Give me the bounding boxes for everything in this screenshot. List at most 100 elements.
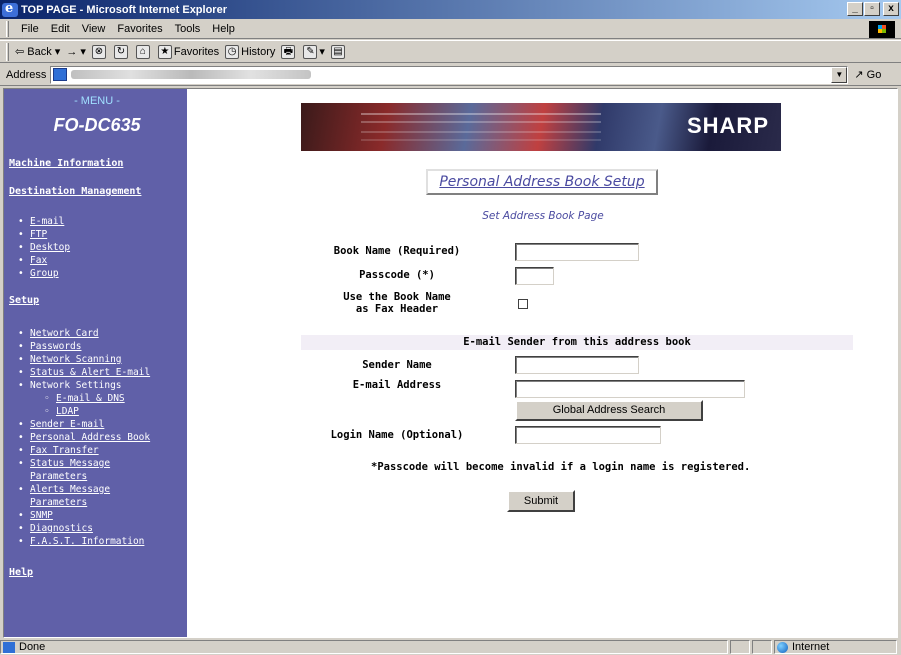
address-bar: Address ▼ ↗ Go xyxy=(0,64,901,86)
sidebar-setup[interactable]: Setup xyxy=(9,295,39,306)
history-label: History xyxy=(241,45,276,58)
stop-button[interactable]: ⊗ xyxy=(91,44,108,59)
history-button[interactable]: ◷ History xyxy=(225,44,276,59)
home-icon: ⌂ xyxy=(135,44,150,59)
sidebar-item-group[interactable]: Group xyxy=(30,268,59,279)
sidebar-menu: - MENU - FO-DC635 Machine Information De… xyxy=(4,89,190,637)
global-address-search-button[interactable]: Global Address Search xyxy=(515,400,703,421)
sidebar-item-snmp[interactable]: SNMP xyxy=(30,510,53,521)
sidebar-item-alerts-message[interactable]: Alerts Message xyxy=(30,484,110,495)
model-name: FO-DC635 xyxy=(53,115,141,135)
browser-content: - MENU - FO-DC635 Machine Information De… xyxy=(3,88,898,638)
login-name-label: Login Name (Optional) xyxy=(330,429,464,441)
status-bar: Done Internet xyxy=(0,639,901,655)
sidebar-item-fast-information[interactable]: F.A.S.T. Information xyxy=(30,536,144,547)
sidebar-item-fax-transfer[interactable]: Fax Transfer xyxy=(30,445,99,456)
page-title: Personal Address Book Setup xyxy=(439,174,645,190)
use-book-name-label-line1: Use the Book Name xyxy=(343,291,451,303)
go-arrow-icon: ↗ xyxy=(854,69,864,81)
sender-name-label: Sender Name xyxy=(362,359,432,371)
go-button[interactable]: ↗ Go xyxy=(854,68,881,81)
sidebar-item-fax[interactable]: Fax xyxy=(30,255,47,266)
page-subtitle: Set Address Book Page xyxy=(482,210,604,222)
email-address-label: E-mail Address xyxy=(352,379,442,391)
globe-icon xyxy=(777,641,788,653)
sidebar-item-network-settings: Network Settings xyxy=(30,380,122,391)
menu-view[interactable]: View xyxy=(76,23,112,35)
sidebar-item-status-message[interactable]: Status Message xyxy=(30,458,110,469)
close-button[interactable]: x xyxy=(883,2,899,16)
sidebar-item-personal-address-book[interactable]: Personal Address Book xyxy=(30,432,150,443)
menu-help[interactable]: Help xyxy=(206,23,241,35)
sidebar-item-sender-email[interactable]: Sender E-mail xyxy=(30,419,104,430)
discuss-button[interactable]: ▤ xyxy=(330,44,347,59)
maximize-button[interactable]: ▫ xyxy=(864,2,880,16)
windows-logo-icon xyxy=(869,21,895,38)
page-icon xyxy=(3,641,15,653)
setup-list: • Network Card • Passwords • Network Scanni… xyxy=(18,328,151,547)
chevron-down-icon[interactable]: ▼ xyxy=(831,66,848,83)
address-input[interactable]: ▼ xyxy=(50,65,849,84)
discuss-icon: ▤ xyxy=(330,44,345,59)
main-panel: SHARP Personal Address Book Setup Set Ad… xyxy=(193,89,897,637)
mail-button[interactable]: 🖶 xyxy=(281,44,297,59)
menu-bar: File Edit View Favorites Tools Help xyxy=(0,19,901,39)
submit-button[interactable]: Submit xyxy=(507,490,575,512)
status-text: Done xyxy=(19,641,46,653)
sidebar-divider xyxy=(187,89,190,637)
email-sender-section-title: E-mail Sender from this address book xyxy=(301,335,853,350)
use-book-name-checkbox[interactable] xyxy=(518,299,528,309)
sidebar-help[interactable]: Help xyxy=(9,567,33,578)
chevron-down-icon[interactable]: ▾ xyxy=(319,45,325,58)
edit-button[interactable]: ✎ ▾ xyxy=(303,44,325,59)
back-arrow-icon: ⇦ xyxy=(15,46,28,58)
refresh-button[interactable]: ↻ xyxy=(113,44,130,59)
login-name-input[interactable] xyxy=(515,426,661,444)
sidebar-item-email-dns[interactable]: E-mail & DNS xyxy=(56,393,125,404)
forward-button[interactable]: → ▾ xyxy=(66,45,86,59)
back-label: Back xyxy=(27,45,52,58)
home-button[interactable]: ⌂ xyxy=(135,44,152,59)
history-icon: ◷ xyxy=(225,44,240,59)
status-zone: Internet xyxy=(792,641,830,653)
sharp-logo: SHARP xyxy=(686,113,769,138)
sidebar-item-desktop[interactable]: Desktop xyxy=(30,242,70,253)
minimize-button[interactable]: _ xyxy=(847,2,863,16)
address-label: Address xyxy=(6,68,47,81)
stop-icon: ⊗ xyxy=(91,44,106,59)
banner-decoration xyxy=(361,113,601,115)
refresh-icon: ↻ xyxy=(113,44,128,59)
sidebar-item-network-scanning[interactable]: Network Scanning xyxy=(30,354,122,365)
email-address-input[interactable] xyxy=(515,380,745,398)
go-label: Go xyxy=(866,69,882,81)
toolbar-grip[interactable] xyxy=(6,42,9,61)
menu-file[interactable]: File xyxy=(15,23,45,35)
toolbar-grip[interactable] xyxy=(6,20,9,37)
sidebar-item-network-card[interactable]: Network Card xyxy=(30,328,99,339)
window-title-bar: TOP PAGE - Microsoft Internet Explorer _… xyxy=(0,0,901,19)
sidebar-item-email[interactable]: E-mail xyxy=(30,216,64,227)
print-icon: 🖶 xyxy=(281,44,296,59)
passcode-note: *Passcode will become invalid if a login… xyxy=(371,461,751,473)
menu-title: - MENU - xyxy=(74,95,120,107)
chevron-down-icon[interactable]: ▾ xyxy=(77,45,86,58)
menu-edit[interactable]: Edit xyxy=(45,23,76,35)
menu-favorites[interactable]: Favorites xyxy=(111,23,168,35)
chevron-down-icon[interactable]: ▾ xyxy=(52,45,61,58)
window-title: TOP PAGE - Microsoft Internet Explorer xyxy=(21,3,227,16)
sidebar-item-status-message-parameters[interactable]: Parameters xyxy=(30,471,87,482)
passcode-input[interactable] xyxy=(515,267,554,285)
sidebar-item-passwords[interactable]: Passwords xyxy=(30,341,81,352)
favorites-button[interactable]: ★ Favorites xyxy=(157,44,219,59)
menu-tools[interactable]: Tools xyxy=(169,23,207,35)
sidebar-item-diagnostics[interactable]: Diagnostics xyxy=(30,523,93,534)
sidebar-item-status-alert-email[interactable]: Status & Alert E-mail xyxy=(30,367,150,378)
sidebar-destination-management[interactable]: Destination Management xyxy=(9,186,141,197)
book-name-input[interactable] xyxy=(515,243,639,261)
sidebar-item-alerts-message-parameters[interactable]: Parameters xyxy=(30,497,87,508)
sender-name-input[interactable] xyxy=(515,356,639,374)
back-button[interactable]: ⇦ Back ▾ xyxy=(15,45,61,59)
sidebar-item-ldap[interactable]: LDAP xyxy=(56,406,79,417)
sidebar-machine-information[interactable]: Machine Information xyxy=(9,158,123,169)
sidebar-item-ftp[interactable]: FTP xyxy=(30,229,47,240)
